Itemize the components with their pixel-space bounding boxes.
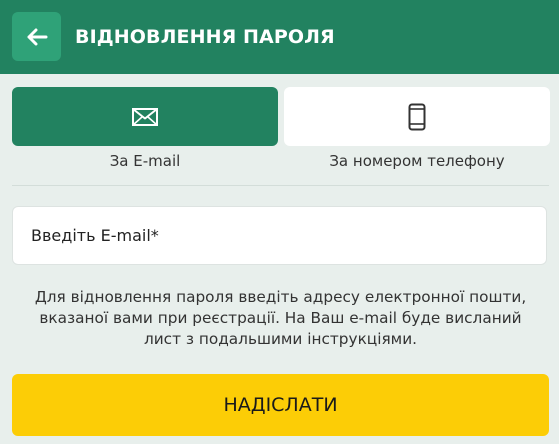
- info-line: Для відновлення пароля введіть адресу ел…: [34, 288, 527, 306]
- smartphone-icon: [408, 103, 426, 130]
- envelope-icon: [132, 107, 158, 126]
- email-input[interactable]: [12, 206, 547, 265]
- divider: [12, 185, 549, 186]
- header: ВІДНОВЛЕННЯ ПАРОЛЯ: [0, 0, 559, 74]
- tab-email[interactable]: [12, 87, 278, 146]
- submit-button[interactable]: НАДІСЛАТИ: [12, 374, 549, 436]
- tab-phone-label: За номером телефону: [329, 152, 505, 170]
- tab-phone[interactable]: [284, 87, 550, 146]
- info-text: Для відновлення пароля введіть адресу ел…: [12, 287, 549, 350]
- info-line: лист з подальшими інструкціями.: [143, 330, 418, 348]
- arrow-left-icon: [27, 28, 47, 45]
- tab-email-label: За E-mail: [109, 152, 181, 170]
- info-line: вказаної вами при реєстрації. На Ваш e-m…: [39, 309, 522, 327]
- back-button[interactable]: [12, 12, 61, 61]
- page-title: ВІДНОВЛЕННЯ ПАРОЛЯ: [75, 26, 335, 48]
